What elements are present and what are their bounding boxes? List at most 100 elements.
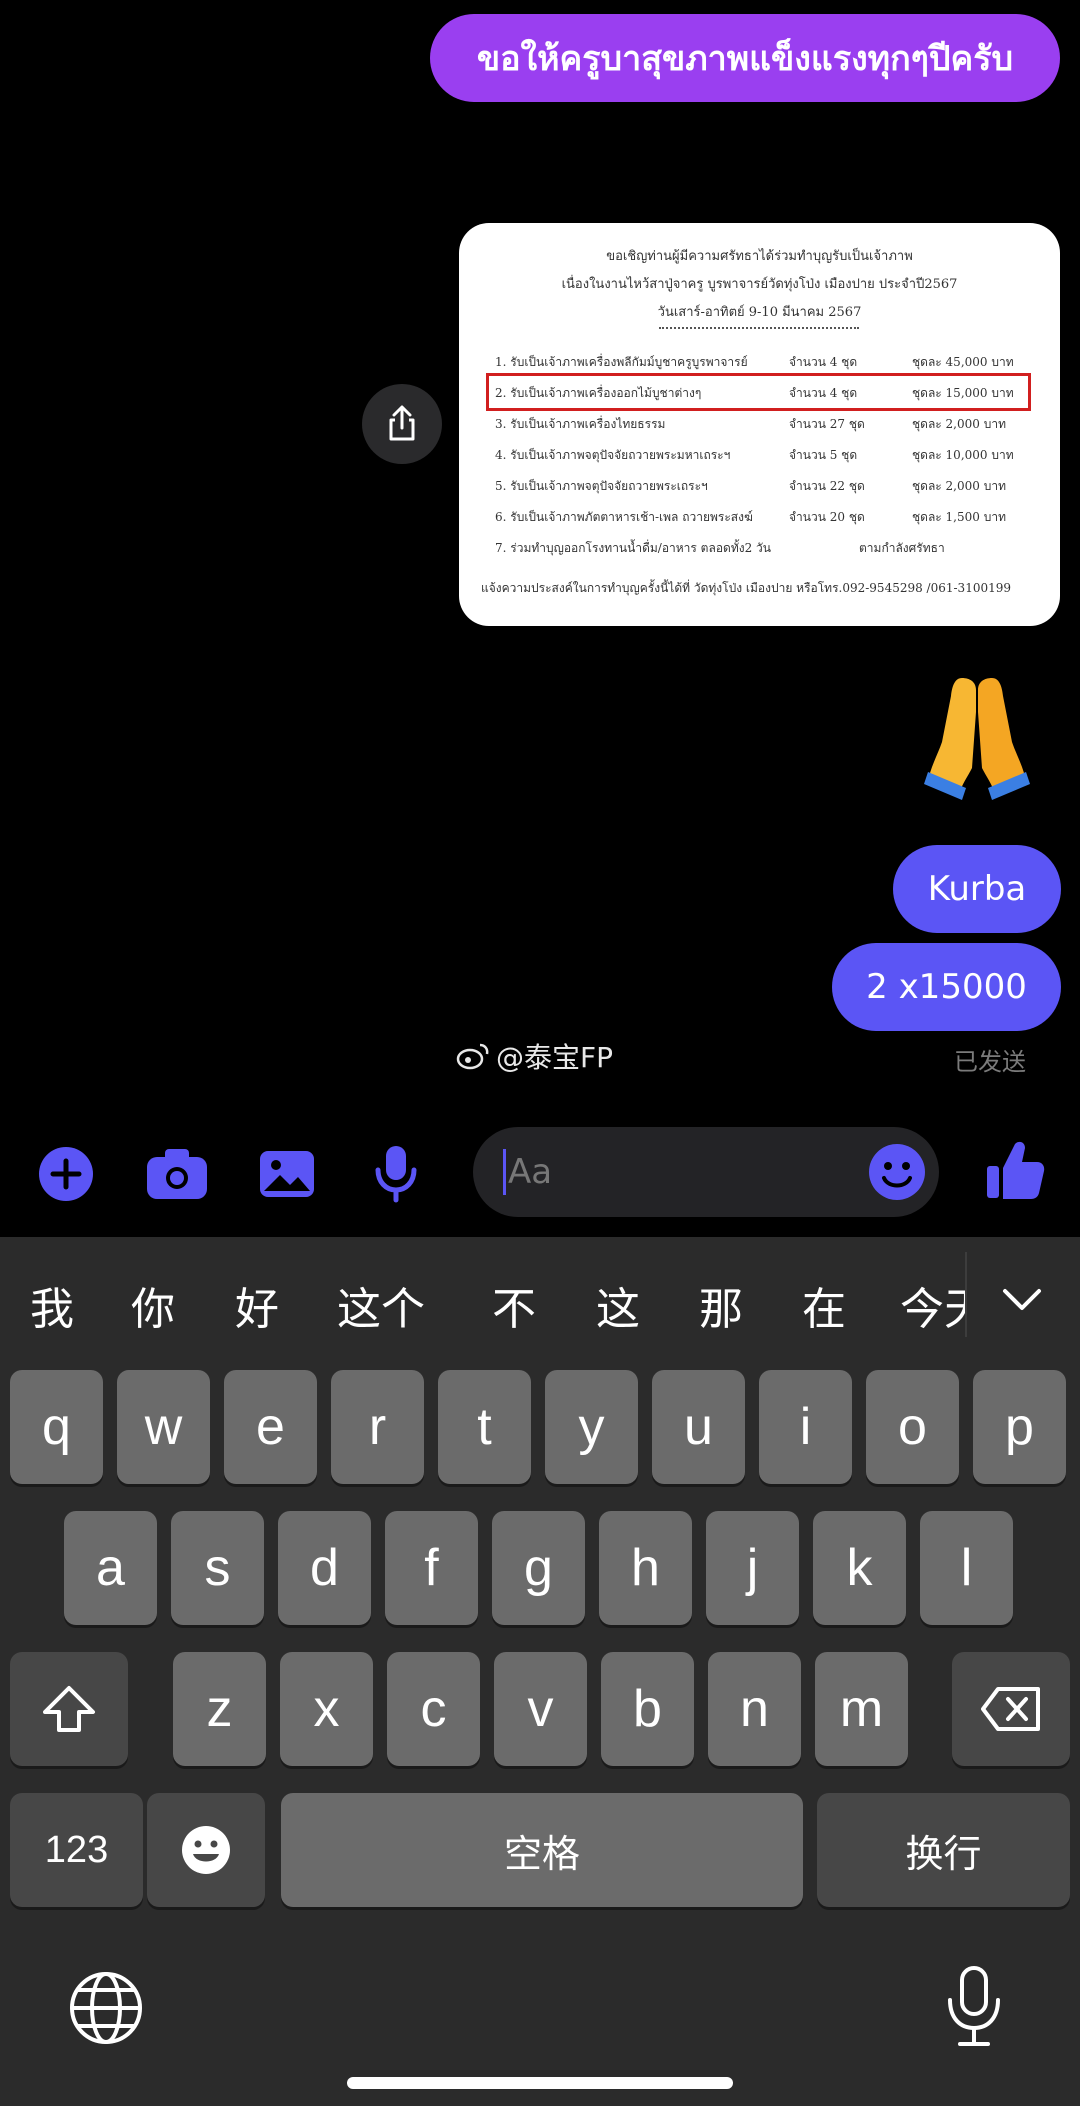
suggestion-item[interactable]: 这个 [337, 1273, 425, 1337]
row-price: ชุดละ 2,000 บาท [912, 479, 1006, 493]
row-name: 1. รับเป็นเจ้าภาพเครื่องพลีกัมม์บูชาครูบ… [495, 355, 748, 369]
key-r[interactable]: r [331, 1370, 424, 1484]
sent-status: 已发送 [954, 1048, 1026, 1076]
key-l[interactable]: l [920, 1511, 1013, 1625]
row-price: ชุดละ 1,500 บาท [912, 510, 1006, 524]
backspace-icon [981, 1687, 1040, 1731]
emoji-icon[interactable] [867, 1142, 927, 1202]
key-j[interactable]: j [706, 1511, 799, 1625]
key-n[interactable]: n [708, 1652, 801, 1766]
row-name: 4. รับเป็นเจ้าภาพจตุปัจจัยถวายพระมหาเถระ… [495, 448, 731, 462]
message-input[interactable]: Aa [473, 1127, 939, 1217]
poster-footer: แจ้งความประสงค์ในการทำบุญครั้งนี้ได้ที่ … [481, 581, 1012, 595]
chevron-down-icon[interactable] [997, 1275, 1047, 1325]
gallery-button[interactable] [258, 1146, 316, 1202]
home-indicator[interactable] [347, 2077, 733, 2089]
camera-icon [147, 1149, 207, 1199]
row-price: ตามกำลังศรัทธา [859, 541, 945, 555]
message-bubble-amount[interactable]: 2 x15000 [832, 943, 1061, 1031]
numbers-key[interactable]: 123 [10, 1793, 143, 1907]
poster-row: 3. รับเป็นเจ้าภาพเครื่องไทยธรรม จำนวน 27… [459, 409, 1060, 439]
message-text: 2 x15000 [866, 967, 1027, 1007]
key-t[interactable]: t [438, 1370, 531, 1484]
key-b[interactable]: b [601, 1652, 694, 1766]
suggestion-bar: 我 你 好 这个 不 这 那 在 今天 [0, 1237, 1080, 1365]
image-attachment-poster[interactable]: ขอเชิญท่านผู้มีความศรัทธาได้ร่วมทำบุญรับ… [459, 223, 1060, 626]
poster-row: 5. รับเป็นเจ้าภาพจตุปัจจัยถวายพระเถระฯ จ… [459, 471, 1060, 501]
key-u[interactable]: u [652, 1370, 745, 1484]
key-x[interactable]: x [280, 1652, 373, 1766]
message-text: Kurba [927, 869, 1027, 909]
thumbs-up-icon [987, 1141, 1045, 1199]
space-key[interactable]: 空格 [281, 1793, 803, 1907]
row-price: ชุดละ 10,000 บาท [912, 448, 1014, 462]
suggestion-item[interactable]: 我 [30, 1273, 74, 1337]
like-button[interactable] [985, 1138, 1045, 1202]
key-a[interactable]: a [64, 1511, 157, 1625]
suggestion-item[interactable]: 在 [802, 1273, 846, 1337]
key-d[interactable]: d [278, 1511, 371, 1625]
row-price: ชุดละ 45,000 บาท [912, 355, 1014, 369]
message-text: ขอให้ครูบาสุขภาพแข็งแรงทุกๆปีครับ [476, 39, 1014, 79]
share-icon [389, 405, 415, 441]
message-composer: Aa [0, 1120, 1080, 1220]
poster-header-2: เนื่องในงานไหว้สาปู่จาครู บูรพาจารย์วัดท… [561, 277, 958, 292]
message-bubble-kurba[interactable]: Kurba [893, 845, 1061, 933]
suggestion-item[interactable]: 今天 [900, 1273, 965, 1337]
emoji-icon [182, 1826, 230, 1874]
add-button[interactable] [38, 1146, 94, 1202]
text-caret [503, 1149, 506, 1195]
poster-row: 4. รับเป็นเจ้าภาพจตุปัจจัยถวายพระมหาเถระ… [459, 440, 1060, 470]
row-qty: จำนวน 5 ชุด [789, 448, 858, 462]
key-g[interactable]: g [492, 1511, 585, 1625]
message-bubble-wish[interactable]: ขอให้ครูบาสุขภาพแข็งแรงทุกๆปีครับ [430, 14, 1060, 102]
poster-row: 6. รับเป็นเจ้าภาพภัตตาหารเช้า-เพล ถวายพร… [459, 502, 1060, 532]
suggestion-item[interactable]: 那 [699, 1273, 743, 1337]
backspace-key[interactable] [952, 1652, 1070, 1766]
voice-button[interactable] [372, 1146, 420, 1203]
camera-button[interactable] [145, 1146, 209, 1202]
return-key[interactable]: 换行 [817, 1793, 1070, 1907]
key-z[interactable]: z [173, 1652, 266, 1766]
key-p[interactable]: p [973, 1370, 1066, 1484]
share-button[interactable] [362, 384, 442, 464]
suggestion-item[interactable]: 不 [492, 1273, 536, 1337]
key-h[interactable]: h [599, 1511, 692, 1625]
image-icon [260, 1151, 314, 1197]
chat-thread: ขอให้ครูบาสุขภาพแข็งแรงทุกๆปีครับ ขอเชิญ… [0, 0, 1080, 1235]
mic-icon[interactable] [944, 1964, 1004, 2050]
globe-icon[interactable] [68, 1970, 144, 2046]
key-e[interactable]: e [224, 1370, 317, 1484]
poster-header-1: ขอเชิญท่านผู้มีความศรัทธาได้ร่วมทำบุญรับ… [606, 249, 913, 264]
message-input-placeholder: Aa [508, 1152, 553, 1192]
suggestion-divider [965, 1252, 967, 1337]
suggestion-item[interactable]: 好 [235, 1273, 279, 1337]
key-k[interactable]: k [813, 1511, 906, 1625]
highlight-box [486, 373, 1031, 411]
key-v[interactable]: v [494, 1652, 587, 1766]
suggestion-item[interactable]: 你 [131, 1273, 175, 1337]
row-name: 6. รับเป็นเจ้าภาพภัตตาหารเช้า-เพล ถวายพร… [495, 510, 753, 524]
mic-icon [375, 1146, 417, 1203]
weibo-icon [456, 1043, 489, 1070]
emoji-key[interactable] [147, 1793, 265, 1907]
key-w[interactable]: w [117, 1370, 210, 1484]
poster-divider [659, 327, 859, 329]
key-f[interactable]: f [385, 1511, 478, 1625]
plus-icon [39, 1147, 93, 1201]
key-c[interactable]: c [387, 1652, 480, 1766]
suggestion-item[interactable]: 这 [596, 1273, 640, 1337]
row-qty: จำนวน 20 ชุด [789, 510, 865, 524]
folded-hands-emoji-icon[interactable] [922, 672, 1032, 800]
row-name: 7. ร่วมทำบุญออกโรงทานน้ำดื่ม/อาหาร ตลอดท… [495, 541, 771, 555]
shift-key[interactable] [10, 1652, 128, 1766]
key-q[interactable]: q [10, 1370, 103, 1484]
row-qty: จำนวน 22 ชุด [789, 479, 865, 493]
key-s[interactable]: s [171, 1511, 264, 1625]
key-i[interactable]: i [759, 1370, 852, 1484]
watermark: @泰宝FP [456, 1036, 613, 1076]
key-y[interactable]: y [545, 1370, 638, 1484]
row-qty: จำนวน 27 ชุด [789, 417, 865, 431]
key-o[interactable]: o [866, 1370, 959, 1484]
key-m[interactable]: m [815, 1652, 908, 1766]
